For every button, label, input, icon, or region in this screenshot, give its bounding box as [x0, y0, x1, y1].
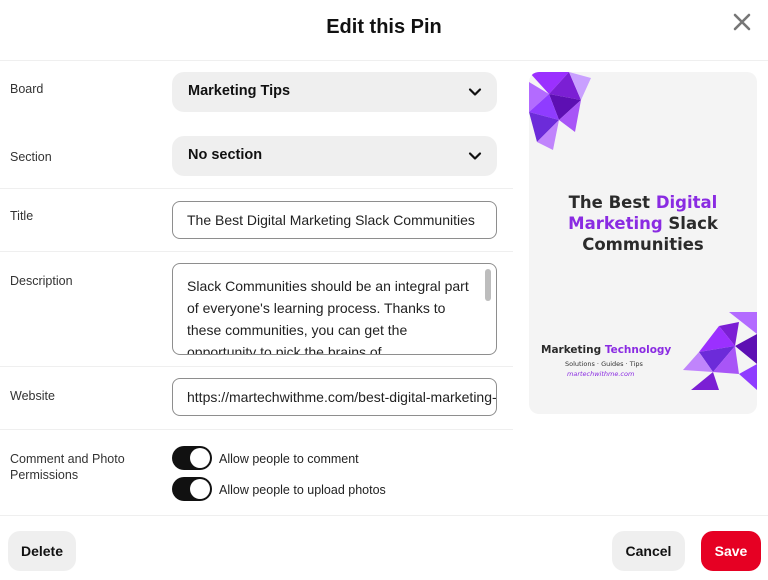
- scrollbar-thumb[interactable]: [485, 269, 491, 301]
- row-divider: [0, 251, 513, 252]
- pin-preview-image: The Best Digital Marketing Slack Communi…: [529, 72, 757, 414]
- board-select[interactable]: Marketing Tips: [172, 72, 497, 112]
- section-select[interactable]: No section: [172, 136, 497, 176]
- save-button[interactable]: Save: [701, 531, 761, 571]
- title-input[interactable]: The Best Digital Marketing Slack Communi…: [172, 201, 497, 239]
- pin-tagline: Solutions · Guides · Tips: [565, 360, 643, 368]
- board-value: Marketing Tips: [188, 83, 291, 99]
- website-input[interactable]: https://martechwithme.com/best-digital-m…: [172, 378, 497, 416]
- pin-headline: The Best Digital Marketing Slack Communi…: [568, 193, 718, 254]
- website-label: Website: [10, 389, 55, 403]
- header-divider: [0, 60, 768, 61]
- chevron-down-icon: [468, 152, 482, 160]
- toggle-knob: [190, 448, 210, 468]
- footer-divider: [0, 515, 768, 516]
- toggle-knob: [190, 479, 210, 499]
- allow-upload-photos-toggle[interactable]: [172, 477, 212, 501]
- allow-comment-toggle[interactable]: [172, 446, 212, 470]
- allow-comment-label: Allow people to comment: [219, 452, 359, 466]
- pin-brand: Marketing Technology: [541, 344, 672, 356]
- pin-url: martechwithme.com: [567, 370, 635, 378]
- row-divider: [0, 366, 513, 367]
- close-icon: [733, 13, 751, 31]
- chevron-down-icon: [468, 88, 482, 96]
- section-value: No section: [188, 147, 263, 163]
- section-label: Section: [10, 150, 52, 164]
- description-textarea[interactable]: Slack Communities should be an integral …: [172, 263, 497, 355]
- close-button[interactable]: [728, 8, 756, 36]
- triangle-pattern-top-left: [529, 72, 591, 150]
- delete-button[interactable]: Delete: [8, 531, 76, 571]
- description-text: Slack Communities should be an integral …: [187, 278, 469, 355]
- modal-title: Edit this Pin: [326, 16, 442, 38]
- permissions-label: Comment and Photo Permissions: [10, 452, 125, 482]
- cancel-button[interactable]: Cancel: [612, 531, 685, 571]
- row-divider: [0, 429, 513, 430]
- triangle-pattern-bottom-right: [683, 312, 757, 390]
- title-label: Title: [10, 209, 34, 223]
- row-divider: [0, 188, 513, 189]
- board-label: Board: [10, 82, 44, 96]
- description-label: Description: [10, 274, 73, 288]
- allow-upload-photos-label: Allow people to upload photos: [219, 483, 386, 497]
- description-scrollbar[interactable]: [485, 269, 491, 351]
